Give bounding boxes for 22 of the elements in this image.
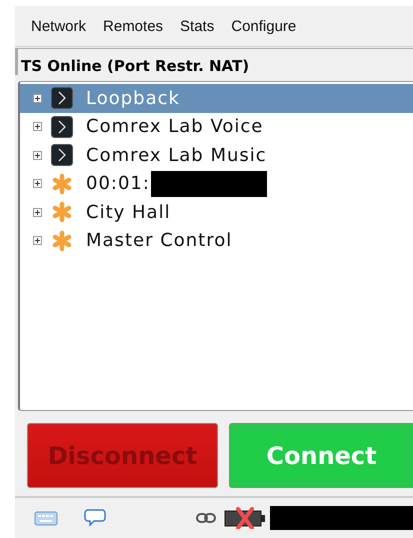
chevron-icon bbox=[51, 116, 75, 138]
tree-item[interactable]: City Hall bbox=[20, 198, 413, 226]
tree-item[interactable]: Master Control bbox=[20, 226, 413, 255]
expand-icon[interactable] bbox=[33, 94, 42, 103]
tree-item[interactable]: 00:01: bbox=[20, 170, 413, 198]
expand-icon[interactable] bbox=[33, 179, 42, 188]
tree-item[interactable]: Comrex Lab Music bbox=[20, 141, 413, 170]
chat-bubble-icon[interactable] bbox=[84, 508, 106, 528]
chevron-icon bbox=[51, 144, 75, 166]
panel-title: TS Online (Port Restr. NAT) bbox=[15, 48, 413, 75]
menu-item[interactable]: Network bbox=[31, 18, 86, 34]
chevron-icon bbox=[51, 87, 75, 110]
menu-item[interactable]: Stats bbox=[180, 18, 214, 34]
tree-item[interactable]: Comrex Lab Voice bbox=[20, 112, 413, 141]
expand-icon[interactable] bbox=[33, 236, 42, 246]
expand-icon[interactable] bbox=[33, 208, 42, 217]
menu-item[interactable]: Configure bbox=[231, 18, 296, 34]
keyboard-icon[interactable] bbox=[34, 510, 58, 526]
menu-item[interactable]: Remotes bbox=[103, 18, 164, 34]
expand-icon[interactable] bbox=[33, 150, 42, 160]
expand-icon[interactable] bbox=[33, 122, 42, 132]
link-icon bbox=[196, 512, 216, 524]
